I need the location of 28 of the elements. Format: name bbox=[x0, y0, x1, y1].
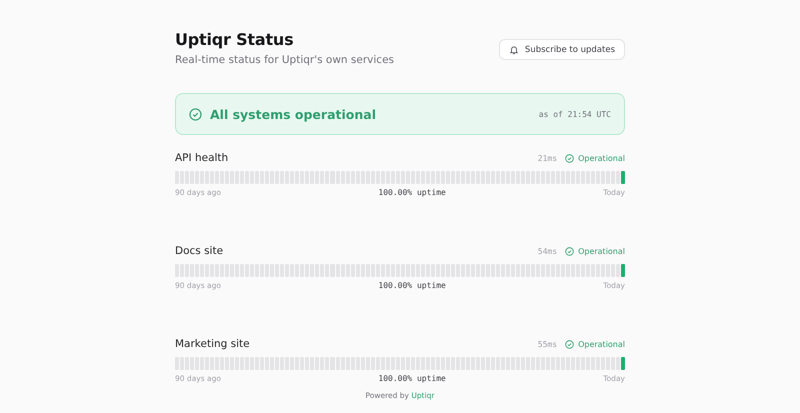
status-label: Operational bbox=[578, 246, 625, 256]
latency: 54ms bbox=[538, 246, 558, 256]
status-label: Operational bbox=[578, 340, 625, 348]
uptime-day-bar[interactable] bbox=[616, 357, 620, 370]
uptime-day-bar[interactable] bbox=[621, 264, 626, 277]
uptime-percentage: 100.00% uptime bbox=[378, 188, 446, 197]
bell-icon bbox=[508, 44, 519, 54]
subscribe-button[interactable]: Subscribe to updates bbox=[498, 39, 625, 60]
check-circle-icon bbox=[565, 246, 574, 256]
check-circle-icon bbox=[565, 340, 574, 348]
uptime-percentage: 100.00% uptime bbox=[378, 281, 446, 290]
service-name: Marketing site bbox=[175, 338, 250, 350]
uptime-day-bar[interactable] bbox=[616, 171, 620, 184]
service-name: Docs site bbox=[175, 245, 224, 257]
banner-timestamp: as of 21:54 UTC bbox=[538, 110, 611, 118]
uptime-percentage: 100.00% uptime bbox=[378, 374, 446, 383]
service-name: API health bbox=[175, 152, 228, 164]
page-subtitle: Real-time status for Uptiqr's own services bbox=[175, 54, 394, 66]
check-circle-icon bbox=[565, 154, 574, 162]
latency: 21ms bbox=[538, 154, 558, 162]
latency: 55ms bbox=[538, 340, 558, 348]
uptime-day-bar[interactable] bbox=[621, 357, 626, 370]
uptime-day-bar[interactable] bbox=[616, 264, 620, 277]
status-label: Operational bbox=[578, 154, 625, 162]
page-title: Uptiqr Status bbox=[175, 30, 294, 50]
check-circle-icon bbox=[189, 108, 202, 120]
banner-message: All systems operational bbox=[210, 106, 376, 122]
uptime-day-bar[interactable] bbox=[621, 171, 626, 184]
